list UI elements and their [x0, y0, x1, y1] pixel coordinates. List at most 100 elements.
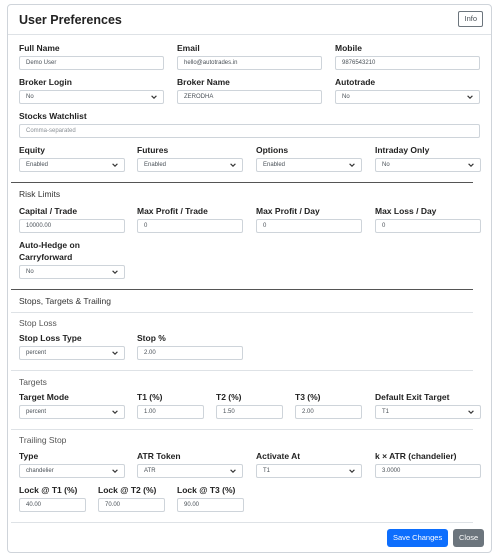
chevron-down-icon — [349, 163, 355, 167]
chevron-down-icon — [468, 163, 474, 167]
intraday-select[interactable]: No — [375, 158, 481, 172]
max-profit-trade-field[interactable]: 0 — [137, 219, 243, 233]
target-mode-label: Target Mode — [19, 392, 69, 402]
lock-t1-label: Lock @ T1 (%) — [19, 485, 78, 495]
close-button[interactable]: Close — [453, 529, 485, 547]
broker-name-field[interactable]: ZERODHA — [177, 90, 322, 104]
lock-t3-field[interactable]: 90.00 — [177, 498, 244, 512]
broker-name-label: Broker Name — [177, 77, 230, 87]
futures-select[interactable]: Enabled — [137, 158, 243, 172]
autotrade-label: Autotrade — [335, 77, 376, 87]
broker-login-select[interactable]: No — [19, 90, 164, 104]
mobile-label: Mobile — [335, 43, 362, 53]
k-atr-label: k × ATR (chandelier) — [375, 451, 457, 461]
sl-type-select[interactable]: percent — [19, 346, 125, 360]
trailing-subheading: Trailing Stop — [19, 435, 67, 445]
autohedge-label-line1: Auto-Hedge on — [19, 240, 80, 250]
exit-target-label: Default Exit Target — [375, 392, 450, 402]
capital-label: Capital / Trade — [19, 206, 78, 216]
watchlist-label: Stocks Watchlist — [19, 111, 87, 121]
page-title: User Preferences — [19, 13, 122, 27]
broker-login-label: Broker Login — [19, 77, 72, 87]
chevron-down-icon — [230, 469, 236, 473]
chevron-down-icon — [112, 410, 118, 414]
footer-divider — [11, 522, 473, 523]
autotrade-value: No — [342, 94, 350, 100]
max-profit-day-label: Max Profit / Day — [256, 206, 320, 216]
card-header: User Preferences Info — [8, 5, 491, 35]
activate-at-select[interactable]: T1 — [256, 464, 362, 478]
exit-target-value: T1 — [382, 409, 390, 415]
max-loss-day-label: Max Loss / Day — [375, 206, 437, 216]
exit-target-select[interactable]: T1 — [375, 405, 481, 419]
autohedge-value: No — [26, 269, 34, 275]
activate-at-label: Activate At — [256, 451, 301, 461]
chevron-down-icon — [467, 95, 473, 99]
options-label: Options — [256, 145, 289, 155]
t3-label: T3 (%) — [295, 392, 321, 402]
email-field[interactable]: hello@autotrades.in — [177, 56, 322, 70]
sl-type-label: Stop Loss Type — [19, 333, 82, 343]
intraday-label: Intraday Only — [375, 145, 430, 155]
stop-pct-label: Stop % — [137, 333, 166, 343]
chevron-down-icon — [151, 95, 157, 99]
activate-at-value: T1 — [263, 468, 271, 474]
chevron-down-icon — [349, 469, 355, 473]
options-select[interactable]: Enabled — [256, 158, 362, 172]
intraday-value: No — [382, 162, 390, 168]
chevron-down-icon — [468, 410, 474, 414]
chevron-down-icon — [112, 270, 118, 274]
equity-value: Enabled — [26, 162, 49, 168]
atr-token-value: ATR — [144, 468, 156, 474]
t1-field[interactable]: 1.00 — [137, 405, 204, 419]
divider — [11, 370, 473, 371]
target-mode-value: percent — [26, 409, 47, 415]
equity-label: Equity — [19, 145, 45, 155]
mobile-field[interactable]: 9876543210 — [335, 56, 480, 70]
futures-value: Enabled — [144, 162, 167, 168]
targets-subheading: Targets — [19, 377, 47, 387]
full-name-label: Full Name — [19, 43, 60, 53]
lock-t2-field[interactable]: 70.00 — [98, 498, 165, 512]
chevron-down-icon — [230, 163, 236, 167]
atr-token-label: ATR Token — [137, 451, 181, 461]
lock-t1-field[interactable]: 40.00 — [19, 498, 86, 512]
autohedge-label-line2: Carryforward — [19, 252, 73, 262]
t3-field[interactable]: 2.00 — [295, 405, 362, 419]
equity-select[interactable]: Enabled — [19, 158, 125, 172]
broker-login-value: No — [26, 94, 34, 100]
max-loss-day-field[interactable]: 0 — [375, 219, 481, 233]
k-atr-field[interactable]: 3.0000 — [375, 464, 481, 478]
stops-heading: Stops, Targets & Trailing — [19, 296, 111, 306]
lock-t3-label: Lock @ T3 (%) — [177, 485, 236, 495]
full-name-field[interactable]: Demo User — [19, 56, 164, 70]
save-button[interactable]: Save Changes — [387, 529, 449, 547]
chevron-down-icon — [112, 469, 118, 473]
autotrade-select[interactable]: No — [335, 90, 480, 104]
trailing-type-select[interactable]: chandelier — [19, 464, 125, 478]
autohedge-select[interactable]: No — [19, 265, 125, 279]
watchlist-field[interactable]: Comma-separated — [19, 124, 480, 138]
max-profit-trade-label: Max Profit / Trade — [137, 206, 208, 216]
email-label: Email — [177, 43, 200, 53]
lock-t2-label: Lock @ T2 (%) — [98, 485, 157, 495]
divider — [11, 429, 473, 430]
futures-label: Futures — [137, 145, 169, 155]
sl-type-value: percent — [26, 350, 47, 356]
capital-field[interactable]: 10000.00 — [19, 219, 125, 233]
max-profit-day-field[interactable]: 0 — [256, 219, 362, 233]
chevron-down-icon — [112, 163, 118, 167]
target-mode-select[interactable]: percent — [19, 405, 125, 419]
trailing-type-value: chandelier — [26, 468, 54, 474]
t1-label: T1 (%) — [137, 392, 163, 402]
divider — [11, 312, 473, 313]
risk-limits-heading: Risk Limits — [19, 189, 61, 199]
options-value: Enabled — [263, 162, 286, 168]
info-button[interactable]: Info — [458, 11, 483, 27]
chevron-down-icon — [112, 351, 118, 355]
section-divider — [11, 182, 473, 183]
stop-pct-field[interactable]: 2.00 — [137, 346, 243, 360]
t2-field[interactable]: 1.50 — [216, 405, 283, 419]
section-divider — [11, 289, 473, 290]
atr-token-select[interactable]: ATR — [137, 464, 243, 478]
